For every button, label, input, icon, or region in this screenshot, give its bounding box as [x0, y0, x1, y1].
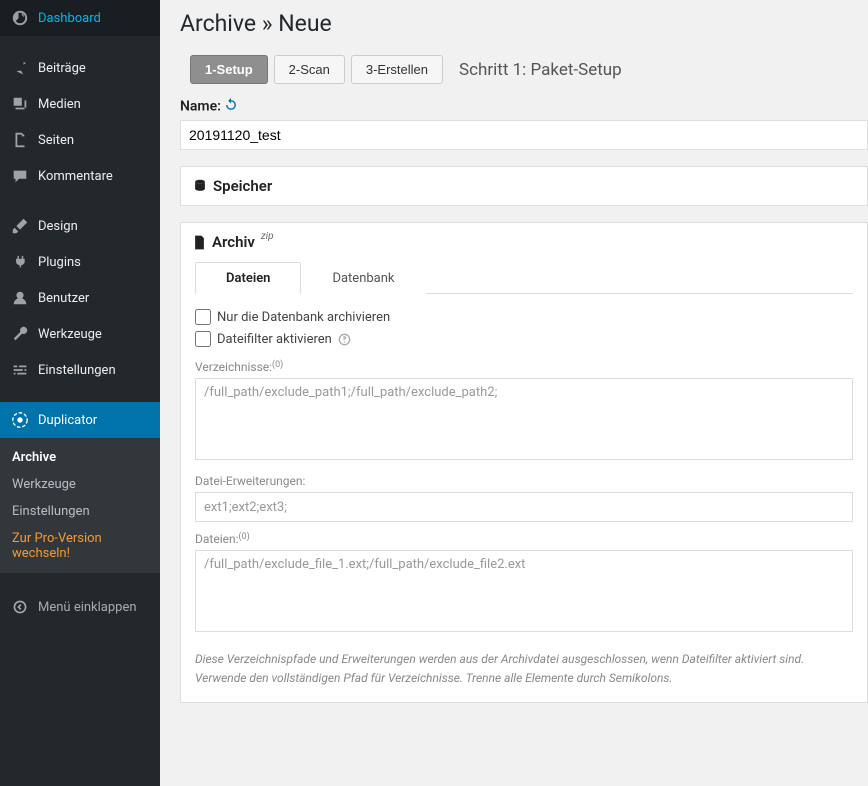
sidebar-item-label: Werkzeuge	[38, 327, 102, 342]
sidebar-item-users[interactable]: Benutzer	[0, 280, 160, 316]
collapse-icon	[10, 597, 30, 617]
database-icon	[193, 179, 207, 193]
main-content: Archive » Neue 1-Setup 2-Scan 3-Erstelle…	[160, 0, 868, 786]
tab-database[interactable]: Datenbank	[301, 262, 425, 294]
submenu-duplicator: Archive Werkzeuge Einstellungen Zur Pro-…	[0, 438, 160, 573]
storage-title: Speicher	[213, 177, 272, 195]
sidebar-item-label: Medien	[38, 97, 81, 112]
collapse-menu-button[interactable]: Menü einklappen	[0, 589, 160, 625]
checkbox-db-only-label: Nur die Datenbank archivieren	[217, 310, 390, 325]
pin-icon	[10, 58, 30, 78]
step-3-button[interactable]: 3-Erstellen	[351, 55, 443, 84]
archive-format: zip	[261, 231, 274, 242]
sidebar-item-label: Benutzer	[38, 291, 89, 306]
tab-files[interactable]: Dateien	[195, 262, 301, 294]
archive-panel-header[interactable]: Archiv zip	[181, 223, 867, 261]
sidebar-item-label: Seiten	[38, 133, 74, 148]
archive-tabs: Dateien Datenbank	[195, 261, 853, 294]
submenu-item-settings[interactable]: Einstellungen	[0, 498, 160, 525]
sliders-icon	[10, 360, 30, 380]
admin-sidebar: Dashboard Beiträge Medien Seiten Komment…	[0, 0, 160, 786]
sidebar-item-comments[interactable]: Kommentare	[0, 158, 160, 194]
media-icon	[10, 94, 30, 114]
submenu-item-archive[interactable]: Archive	[0, 444, 160, 471]
submenu-item-gopro[interactable]: Zur Pro-Version wechseln!	[0, 525, 160, 567]
sidebar-item-appearance[interactable]: Design	[0, 208, 160, 244]
checkbox-filefilter-row[interactable]: Dateifilter aktivieren	[195, 328, 853, 350]
checkbox-filefilter[interactable]	[195, 331, 211, 347]
filter-note: Diese Verzeichnispfade und Erweiterungen…	[195, 650, 853, 688]
storage-panel[interactable]: Speicher	[180, 166, 868, 206]
sidebar-item-posts[interactable]: Beiträge	[0, 50, 160, 86]
sidebar-item-settings[interactable]: Einstellungen	[0, 352, 160, 388]
user-icon	[10, 288, 30, 308]
sidebar-item-dashboard[interactable]: Dashboard	[0, 0, 160, 36]
dashboard-icon	[10, 8, 30, 28]
exts-label: Datei-Erweiterungen:	[195, 474, 853, 488]
sidebar-item-pages[interactable]: Seiten	[0, 122, 160, 158]
storage-panel-header: Speicher	[181, 167, 867, 205]
step-2-button[interactable]: 2-Scan	[274, 55, 345, 84]
sidebar-item-label: Design	[38, 219, 78, 234]
dirs-label: Verzeichnisse:(0)	[195, 360, 853, 374]
sidebar-item-tools[interactable]: Werkzeuge	[0, 316, 160, 352]
archive-panel: Archiv zip Dateien Datenbank Nur die Dat…	[180, 222, 868, 703]
archive-title: Archiv	[212, 233, 255, 251]
file-archive-icon	[193, 235, 206, 250]
files-textarea[interactable]	[195, 550, 853, 632]
wrench-icon	[10, 324, 30, 344]
pages-icon	[10, 130, 30, 150]
sidebar-item-media[interactable]: Medien	[0, 86, 160, 122]
sidebar-item-label: Duplicator	[38, 413, 97, 428]
archive-panel-body: Dateien Datenbank Nur die Datenbank arch…	[181, 261, 867, 702]
current-step-label: Schritt 1: Paket-Setup	[459, 60, 622, 80]
collapse-label: Menü einklappen	[38, 600, 137, 615]
sidebar-item-label: Kommentare	[38, 169, 113, 184]
dirs-textarea[interactable]	[195, 378, 853, 460]
plug-icon	[10, 252, 30, 272]
page-title: Archive » Neue	[180, 10, 868, 37]
exts-input[interactable]	[195, 492, 853, 522]
checkbox-db-only[interactable]	[195, 309, 211, 325]
checkbox-db-only-row[interactable]: Nur die Datenbank archivieren	[195, 306, 853, 328]
step-1-button[interactable]: 1-Setup	[190, 55, 268, 84]
name-label: Name:	[180, 98, 868, 116]
help-icon[interactable]	[338, 333, 351, 346]
comment-icon	[10, 166, 30, 186]
sidebar-item-label: Dashboard	[38, 11, 101, 26]
package-name-input[interactable]	[180, 120, 868, 150]
checkbox-filefilter-label: Dateifilter aktivieren	[217, 332, 332, 347]
sidebar-item-duplicator[interactable]: Duplicator	[0, 402, 160, 438]
sidebar-item-label: Einstellungen	[38, 363, 116, 378]
step-bar: 1-Setup 2-Scan 3-Erstellen Schritt 1: Pa…	[180, 55, 868, 84]
sidebar-item-label: Plugins	[38, 255, 81, 270]
submenu-item-tools[interactable]: Werkzeuge	[0, 471, 160, 498]
files-label: Dateien:(0)	[195, 532, 853, 546]
brush-icon	[10, 216, 30, 236]
reset-name-icon[interactable]	[224, 100, 238, 116]
sidebar-item-label: Beiträge	[38, 61, 86, 76]
duplicator-icon	[10, 410, 30, 430]
sidebar-item-plugins[interactable]: Plugins	[0, 244, 160, 280]
